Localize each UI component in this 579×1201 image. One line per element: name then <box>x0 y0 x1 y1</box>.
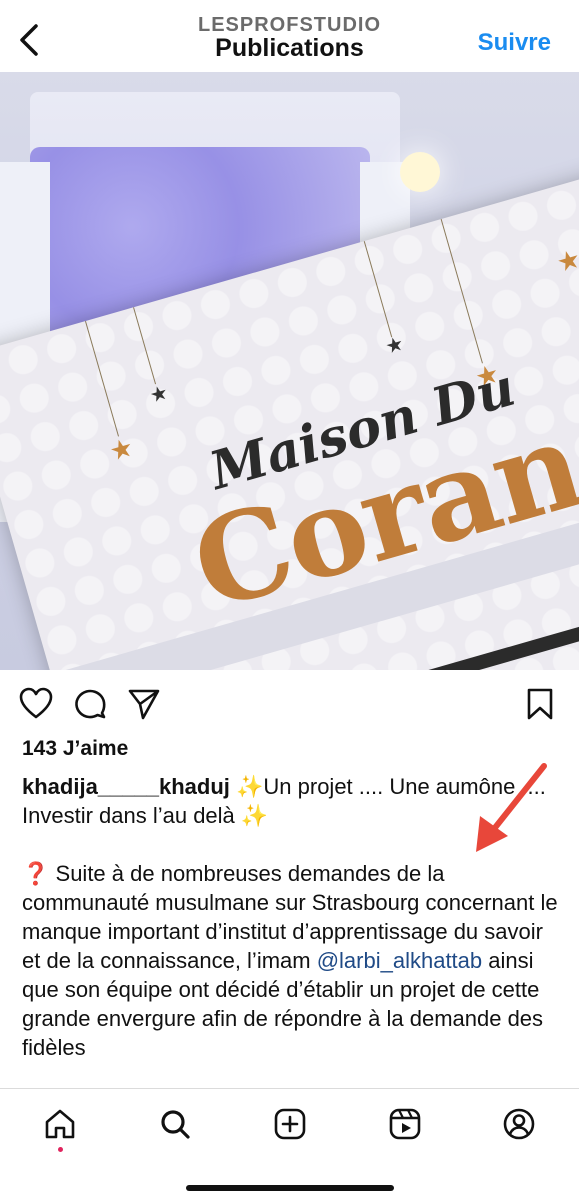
question-emoji: ❓ <box>22 861 50 886</box>
likes-count[interactable]: 143 J’aime <box>22 737 128 761</box>
reels-icon[interactable] <box>388 1107 422 1141</box>
home-icon[interactable] <box>43 1107 77 1141</box>
profile-icon[interactable] <box>502 1107 536 1141</box>
comment-icon[interactable] <box>72 686 108 722</box>
heart-icon[interactable] <box>18 686 54 722</box>
post-action-bar <box>0 682 579 728</box>
notification-dot <box>58 1147 63 1152</box>
home-indicator <box>186 1185 394 1191</box>
red-arrow-annotation <box>476 763 547 852</box>
caption-paragraph: ❓ Suite à de nombreuses demandes de la c… <box>22 859 562 1062</box>
caption-mention[interactable]: @larbi_alkhattab <box>317 948 482 973</box>
plus-square-icon[interactable] <box>273 1107 307 1141</box>
bookmark-icon[interactable] <box>522 686 558 722</box>
caption-username[interactable]: khadija_____khaduj <box>22 774 230 799</box>
top-bar: LESPROFSTUDIO Publications Suivre <box>0 0 579 72</box>
background-lamp <box>400 152 440 192</box>
follow-button[interactable]: Suivre <box>478 29 551 57</box>
post-image[interactable]: ★ ★ ★ ★ ★ Maison Du Coran <box>0 72 579 670</box>
send-icon[interactable] <box>126 686 162 722</box>
search-icon[interactable] <box>158 1107 192 1141</box>
